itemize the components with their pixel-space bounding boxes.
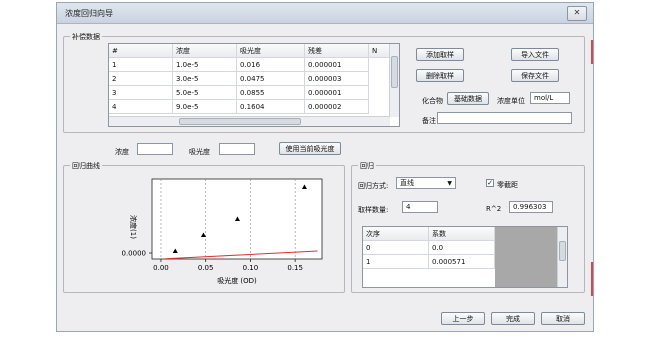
cell-coef: 0.000571 <box>429 255 495 269</box>
cell-residual: 0.000002 <box>305 100 369 114</box>
cell-conc: 1.0e-5 <box>173 58 237 72</box>
cell-abs: 0.0855 <box>237 86 305 100</box>
method-value: 直线 <box>400 179 414 187</box>
coefficient-table[interactable]: 次序 系数 0 0.0 1 0.000571 <box>362 226 568 288</box>
cell-abs: 0.1604 <box>237 100 305 114</box>
title-bar: 浓度回归向导 ✕ <box>57 3 593 24</box>
conc-entry-label: 浓度 <box>115 148 129 156</box>
column-header-order[interactable]: 次序 <box>363 227 429 241</box>
cell-conc: 9.0e-5 <box>173 100 237 114</box>
plot-x-axis-label: 吸光度 (OD) <box>217 276 257 285</box>
unit-field[interactable]: mol/L <box>530 92 570 104</box>
cell-order: 1 <box>363 255 429 269</box>
zero-intercept-checkbox[interactable]: ✓ <box>486 179 494 187</box>
regression-plot: 0.00 0.05 0.10 0.15 0.0000 浓度(1) 吸光度 (OD) <box>122 178 323 285</box>
finish-button[interactable]: 完成 <box>491 312 535 325</box>
sample-count-label: 取样数量: <box>358 206 389 214</box>
cell-abs: 0.016 <box>237 58 305 72</box>
supplement-group: 补偿数据 # 浓度 吸光度 残差 N 1 1.0e-5 0.016 0.0000… <box>63 32 585 133</box>
cell-coef: 0.0 <box>429 241 495 255</box>
coef-vertical-scrollbar[interactable] <box>557 227 567 287</box>
method-label: 回归方式: <box>358 182 389 190</box>
cell-order: 0 <box>363 241 429 255</box>
column-header-coef[interactable]: 系数 <box>429 227 495 241</box>
cancel-button[interactable]: 取消 <box>541 312 585 325</box>
cell-index: 1 <box>109 58 173 72</box>
remark-label: 备注 <box>422 117 436 125</box>
compound-label: 化合物 <box>422 97 443 105</box>
cell-residual: 0.000001 <box>305 58 369 72</box>
abs-entry-field[interactable] <box>219 143 255 155</box>
checkmark-icon: ✓ <box>487 179 493 187</box>
column-header-abs[interactable]: 吸光度 <box>237 44 305 58</box>
table-horizontal-scrollbar[interactable] <box>109 116 390 126</box>
supplement-table[interactable]: # 浓度 吸光度 残差 N 1 1.0e-5 0.016 0.000001 2 … <box>108 43 400 127</box>
x-tick-label: 0.05 <box>198 264 214 272</box>
close-button[interactable]: ✕ <box>567 6 587 21</box>
r2-field: 0.996303 <box>509 201 553 213</box>
cell-residual: 0.000001 <box>305 86 369 100</box>
sample-count-field[interactable]: 4 <box>402 201 438 213</box>
horizontal-scroll-thumb[interactable] <box>179 118 301 125</box>
y-tick-label: 0.0000 <box>122 250 147 258</box>
plot-y-axis-label: 浓度(1) <box>129 215 138 239</box>
unit-label: 浓度单位 <box>497 97 525 105</box>
x-tick-label: 0.15 <box>287 264 303 272</box>
cell-conc: 3.0e-5 <box>173 72 237 86</box>
conc-entry-field[interactable] <box>137 143 173 155</box>
x-tick-label: 0.10 <box>243 264 259 272</box>
table-vertical-scrollbar[interactable] <box>389 44 399 117</box>
save-file-button[interactable]: 保存文件 <box>511 69 559 82</box>
delete-sample-button[interactable]: 删除取样 <box>416 69 464 82</box>
x-tick-label: 0.00 <box>153 264 169 272</box>
window-title: 浓度回归向导 <box>65 9 113 18</box>
coef-scroll-thumb[interactable] <box>559 241 566 261</box>
plot-group-label: 回归曲线 <box>70 161 102 171</box>
remark-field[interactable] <box>437 112 572 124</box>
cell-abs: 0.0475 <box>237 72 305 86</box>
zero-intercept-label: 零截距 <box>497 181 518 189</box>
regression-group: 回归 回归方式: 直线 ▼ ✓ 零截距 取样数量: 4 R^2 0.996303… <box>351 161 585 293</box>
cell-index: 3 <box>109 86 173 100</box>
use-current-abs-button[interactable]: 使用当前吸光度 <box>279 142 341 155</box>
compound-button[interactable]: 基础数据 <box>447 92 489 105</box>
import-file-button[interactable]: 导入文件 <box>511 48 559 61</box>
regression-group-label: 回归 <box>358 161 376 171</box>
edge-mark <box>591 262 593 296</box>
cell-conc: 5.0e-5 <box>173 86 237 100</box>
previous-button[interactable]: 上一步 <box>441 312 485 325</box>
method-select[interactable]: 直线 ▼ <box>396 177 456 189</box>
column-header-index[interactable]: # <box>109 44 173 58</box>
supplement-group-label: 补偿数据 <box>70 32 102 42</box>
empty-grid-area <box>495 227 558 287</box>
column-header-n[interactable]: N <box>369 44 390 58</box>
r2-label: R^2 <box>486 205 502 213</box>
vertical-scroll-thumb[interactable] <box>391 56 398 88</box>
cell-index: 4 <box>109 100 173 114</box>
add-sample-button[interactable]: 添加取样 <box>416 48 464 61</box>
edge-mark <box>591 40 593 64</box>
cell-residual: 0.000003 <box>305 72 369 86</box>
column-header-residual[interactable]: 残差 <box>305 44 369 58</box>
wizard-window: 浓度回归向导 ✕ 补偿数据 # 浓度 吸光度 残差 N 1 1.0e-5 0.0… <box>56 2 594 332</box>
chevron-down-icon: ▼ <box>447 180 452 187</box>
cell-index: 2 <box>109 72 173 86</box>
column-header-conc[interactable]: 浓度 <box>173 44 237 58</box>
abs-entry-label: 吸光度 <box>189 148 210 156</box>
